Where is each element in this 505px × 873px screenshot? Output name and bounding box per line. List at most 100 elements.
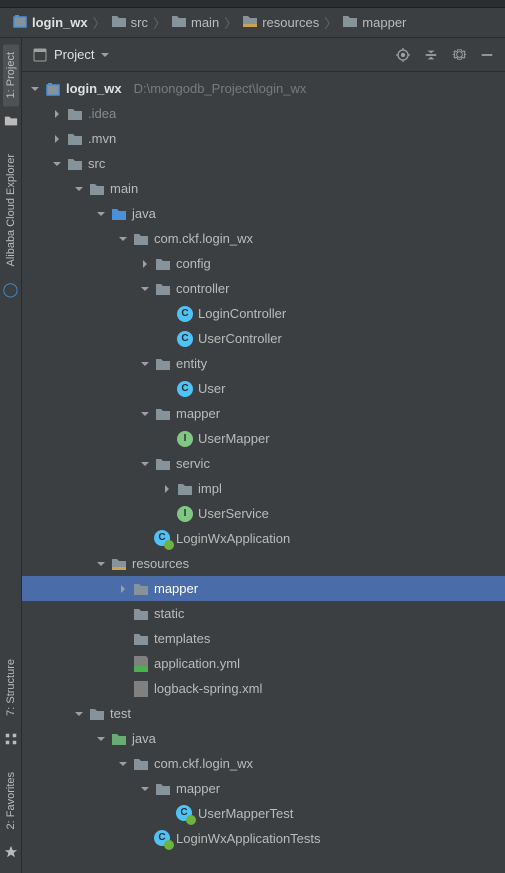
breadcrumb-item[interactable]: mapper: [342, 14, 406, 31]
module-icon: [12, 13, 28, 32]
tree-label: application.yml: [154, 656, 240, 671]
test-folder-icon: [110, 730, 128, 748]
tree-row[interactable]: application.yml: [22, 651, 505, 676]
tree-label: entity: [176, 356, 207, 371]
tree-row[interactable]: java: [22, 201, 505, 226]
folder-icon[interactable]: [2, 112, 20, 130]
locate-icon[interactable]: [391, 43, 415, 67]
tree-label: main: [110, 181, 138, 196]
chevron-down-icon[interactable]: [72, 182, 86, 196]
breadcrumb-label: src: [131, 15, 148, 30]
tree-row[interactable]: logback-spring.xml: [22, 676, 505, 701]
tree-label: User: [198, 381, 225, 396]
project-view-selector[interactable]: Project: [32, 47, 110, 63]
tree-row[interactable]: CUserController: [22, 326, 505, 351]
chevron-down-icon[interactable]: [50, 157, 64, 171]
folder-icon: [132, 580, 150, 598]
tree-row[interactable]: config: [22, 251, 505, 276]
tree-row[interactable]: templates: [22, 626, 505, 651]
tree-label: config: [176, 256, 211, 271]
chevron-down-icon[interactable]: [72, 707, 86, 721]
chevron-down-icon[interactable]: [94, 732, 108, 746]
breadcrumb-label: resources: [262, 15, 319, 30]
chevron-right-icon[interactable]: [116, 582, 130, 596]
chevron-right-icon: 〉: [151, 13, 168, 32]
tree-row[interactable]: CLoginWxApplication: [22, 526, 505, 551]
chevron-down-icon[interactable]: [94, 557, 108, 571]
gear-icon[interactable]: [447, 43, 471, 67]
tree-row[interactable]: C User: [22, 376, 505, 401]
chevron-down-icon[interactable]: [28, 82, 42, 96]
chevron-right-icon[interactable]: [160, 482, 174, 496]
tree-row[interactable]: login_wxD:\mongodb_Project\login_wx: [22, 76, 505, 101]
tool-window-dockbar: 1: Project Alibaba Cloud Explorer ◯ 7: S…: [0, 38, 22, 873]
breadcrumb-item[interactable]: src: [111, 14, 148, 31]
chevron-down-icon[interactable]: [116, 232, 130, 246]
chevron-down-icon[interactable]: [138, 282, 152, 296]
tree-row[interactable]: resources: [22, 551, 505, 576]
breadcrumb-item[interactable]: login_wx: [12, 13, 88, 32]
tree-row[interactable]: src: [22, 151, 505, 176]
star-icon[interactable]: [2, 843, 20, 861]
chevron-down-icon[interactable]: [138, 457, 152, 471]
breadcrumb-item[interactable]: main: [171, 14, 219, 31]
tree-row[interactable]: mapper: [22, 576, 505, 601]
source-folder-icon: [110, 205, 128, 223]
tree-row[interactable]: mapper: [22, 401, 505, 426]
chevron-down-icon[interactable]: [94, 207, 108, 221]
dock-tab-alibaba[interactable]: Alibaba Cloud Explorer: [3, 146, 19, 275]
chevron-down-icon[interactable]: [138, 357, 152, 371]
chevron-right-icon: 〉: [322, 13, 339, 32]
tree-row[interactable]: IUserService: [22, 501, 505, 526]
dock-tab-project[interactable]: 1: Project: [3, 44, 19, 106]
class-icon: C: [176, 380, 194, 398]
package-icon: [154, 455, 172, 473]
chevron-right-icon[interactable]: [138, 257, 152, 271]
package-icon: [132, 755, 150, 773]
package-icon: [154, 355, 172, 373]
chevron-down-icon[interactable]: [138, 407, 152, 421]
tree-row[interactable]: test: [22, 701, 505, 726]
tree-label: .idea: [88, 106, 116, 121]
yml-file-icon: [132, 655, 150, 673]
tree-row[interactable]: impl: [22, 476, 505, 501]
package-icon: [154, 780, 172, 798]
tree-row[interactable]: java: [22, 726, 505, 751]
tree-label: UserMapper: [198, 431, 270, 446]
tree-row[interactable]: com.ckf.login_wx: [22, 751, 505, 776]
breadcrumb: login_wx〉src〉main〉resources〉mapper: [0, 8, 505, 38]
tree-row[interactable]: servic: [22, 451, 505, 476]
resources-folder-icon: [242, 14, 258, 31]
tree-label: servic: [176, 456, 210, 471]
breadcrumb-label: login_wx: [32, 15, 88, 30]
chevron-down-icon[interactable]: [138, 782, 152, 796]
chevron-down-icon[interactable]: [116, 757, 130, 771]
dock-tab-structure[interactable]: 7: Structure: [3, 651, 19, 724]
tree-row[interactable]: .idea: [22, 101, 505, 126]
tree-row[interactable]: controller: [22, 276, 505, 301]
tree-row[interactable]: CLoginWxApplicationTests: [22, 826, 505, 851]
resources-folder-icon: [110, 555, 128, 573]
tree-row[interactable]: IUserMapper: [22, 426, 505, 451]
tree-row[interactable]: main: [22, 176, 505, 201]
dock-tab-favorites[interactable]: 2: Favorites: [3, 764, 19, 837]
tree-row[interactable]: CUserMapperTest: [22, 801, 505, 826]
tree-row[interactable]: static: [22, 601, 505, 626]
tree-row[interactable]: mapper: [22, 776, 505, 801]
collapse-all-icon[interactable]: [419, 43, 443, 67]
tree-label: LoginWxApplication: [176, 531, 290, 546]
tree-row[interactable]: entity: [22, 351, 505, 376]
hide-icon[interactable]: [475, 43, 499, 67]
tree-label: impl: [198, 481, 222, 496]
tree-row[interactable]: .mvn: [22, 126, 505, 151]
spring-class-icon: C: [176, 805, 194, 823]
chevron-right-icon[interactable]: [50, 132, 64, 146]
breadcrumb-item[interactable]: resources: [242, 14, 319, 31]
tree-row[interactable]: com.ckf.login_wx: [22, 226, 505, 251]
alibaba-icon[interactable]: ◯: [2, 281, 20, 299]
structure-icon[interactable]: [2, 730, 20, 748]
chevron-right-icon[interactable]: [50, 107, 64, 121]
project-tree[interactable]: login_wxD:\mongodb_Project\login_wx .idea…: [22, 72, 505, 873]
tree-row[interactable]: CLoginController: [22, 301, 505, 326]
interface-icon: I: [176, 505, 194, 523]
